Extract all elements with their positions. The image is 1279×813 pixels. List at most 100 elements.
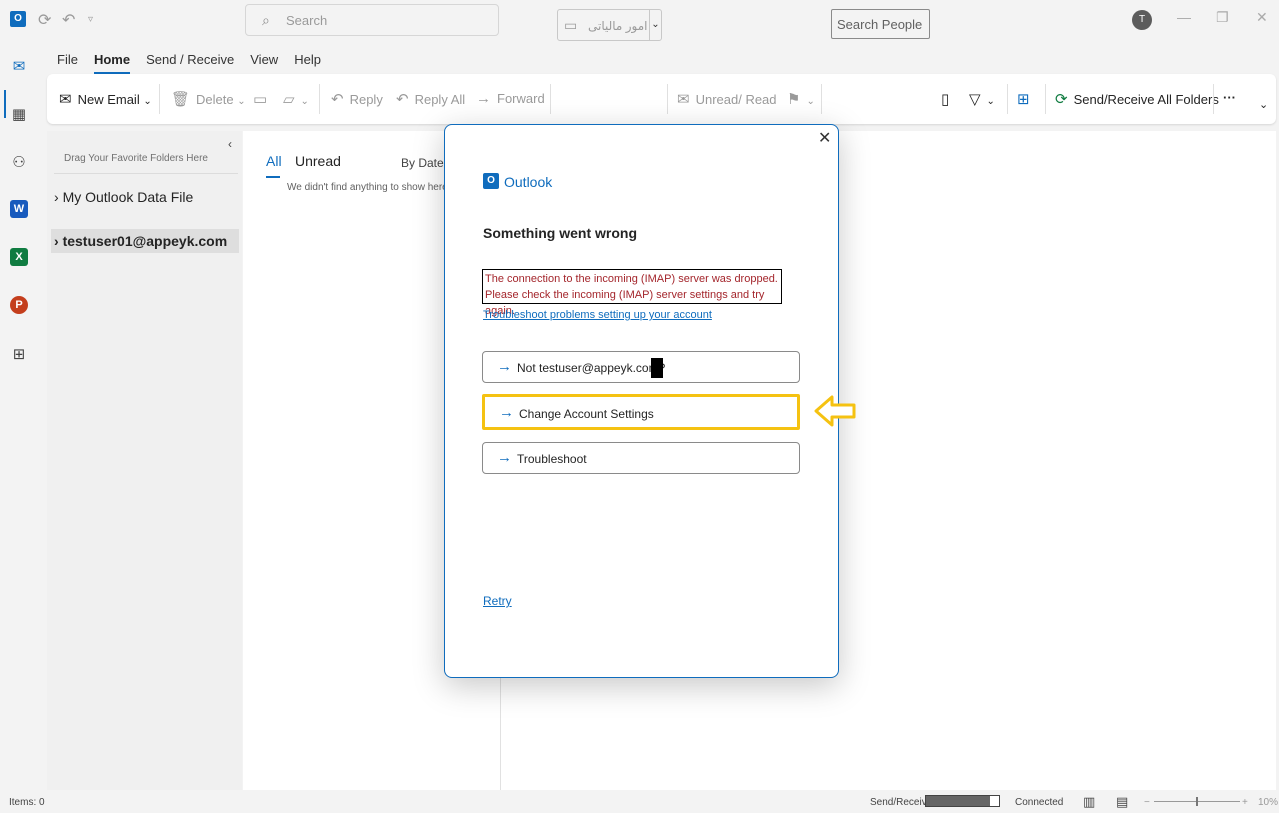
send-receive-all-button[interactable]: ⟳ Send/Receive All Folders xyxy=(1055,90,1219,108)
tab-view[interactable]: View xyxy=(250,52,278,74)
filter-tab-unread[interactable]: Unread xyxy=(295,153,341,169)
tab-file[interactable]: File xyxy=(57,52,78,74)
move-button[interactable]: ▱ ⌄ xyxy=(283,90,309,108)
category-select[interactable]: ▭ امور مالیاتی ⌄ xyxy=(557,9,662,41)
arrow-right-icon: → xyxy=(497,358,512,375)
chevron-down-icon[interactable]: ⌄ xyxy=(649,10,661,40)
app-rail: ✉ ▦ ⚇ W X P ⊞ xyxy=(0,40,40,790)
dialog-title: Something went wrong xyxy=(483,225,637,241)
quick-access-dropdown-icon[interactable]: ▿ xyxy=(88,14,93,25)
address-book-icon: ▯ xyxy=(941,91,950,108)
send-receive-status: Send/Receive xyxy=(870,797,933,808)
archive-icon: ▭ xyxy=(253,91,268,108)
filter-tab-all[interactable]: All xyxy=(266,153,282,169)
apps-grid-button[interactable]: ⊞ xyxy=(1017,90,1036,108)
unread-read-button[interactable]: ✉ Unread/ Read xyxy=(677,90,777,108)
delete-button[interactable]: 🗑 Delete ⌄ xyxy=(171,90,246,108)
rail-active-indicator xyxy=(4,90,6,118)
retry-link[interactable]: Retry xyxy=(483,594,512,608)
flag-icon: ⚑ xyxy=(787,91,801,108)
filter-button[interactable]: ▽ ⌄ xyxy=(969,90,995,108)
outlook-logo-icon: O xyxy=(10,11,26,27)
chevron-down-icon: ⌄ xyxy=(237,96,246,107)
send-receive-all-label: Send/Receive All Folders xyxy=(1073,92,1219,107)
connection-status: Connected xyxy=(1015,797,1064,808)
reply-icon: ↶ xyxy=(331,91,344,108)
archive-button[interactable]: ▭ xyxy=(253,90,273,108)
ribbon: ✉ New Email ⌄ 🗑 Delete ⌄ ▭ ▱ ⌄ ↶ Reply ↶ Repl… xyxy=(47,74,1276,124)
folder-label: testuser01@appeyk.com xyxy=(62,233,228,249)
not-account-button[interactable]: → Not testuser@appeyk.com? xyxy=(482,351,800,383)
category-icon: ▭ xyxy=(564,17,578,33)
undo-icon[interactable]: ↶ xyxy=(62,10,75,30)
redaction-mark xyxy=(651,358,663,378)
calendar-icon[interactable]: ▦ xyxy=(8,104,30,126)
word-icon[interactable]: W xyxy=(10,200,28,218)
troubleshoot-setup-link[interactable]: Troubleshoot problems setting up your ac… xyxy=(483,309,712,321)
error-message: The connection to the incoming (IMAP) se… xyxy=(482,269,782,317)
tab-active-indicator xyxy=(266,176,280,178)
avatar[interactable]: T xyxy=(1132,10,1152,30)
reply-all-button[interactable]: ↶ Reply All xyxy=(396,90,465,108)
arrow-right-icon: → xyxy=(499,404,514,421)
filter-icon: ▽ xyxy=(969,91,981,108)
more-options-icon[interactable]: ··· xyxy=(1223,90,1236,105)
address-book-button[interactable]: ▯ xyxy=(941,90,955,108)
tab-help[interactable]: Help xyxy=(294,52,321,74)
ribbon-divider xyxy=(821,84,822,114)
ribbon-divider xyxy=(550,84,551,114)
reading-view-icon[interactable]: ▤ xyxy=(1116,794,1128,810)
ribbon-divider xyxy=(159,84,160,114)
ribbon-divider xyxy=(1213,84,1214,114)
progress-fill xyxy=(926,796,991,806)
sync-icon: ⟳ xyxy=(1055,91,1068,108)
reply-label: Reply xyxy=(349,92,383,107)
search-placeholder: Search xyxy=(286,13,328,28)
chevron-down-icon: ⌄ xyxy=(143,96,152,107)
flag-button[interactable]: ⚑ ⌄ xyxy=(787,90,815,108)
people-icon[interactable]: ⚇ xyxy=(8,152,30,174)
folder-label: My Outlook Data File xyxy=(62,189,194,205)
send-receive-progress xyxy=(925,795,1000,807)
items-count: Items: 0 xyxy=(9,797,45,808)
apps-icon[interactable]: ⊞ xyxy=(8,344,30,366)
restore-icon[interactable]: ❐ xyxy=(1216,9,1229,26)
mail-icon[interactable]: ✉ xyxy=(8,56,30,78)
zoom-slider-thumb[interactable] xyxy=(1196,797,1198,806)
sync-icon[interactable]: ⟳ xyxy=(38,10,51,30)
zoom-in-icon[interactable]: + xyxy=(1242,797,1248,808)
folder-account[interactable]: › testuser01@appeyk.com xyxy=(54,233,227,249)
forward-icon: → xyxy=(476,90,491,107)
option-label: Not testuser@appeyk.com? xyxy=(517,361,666,375)
new-email-label: New Email xyxy=(77,92,140,107)
minimize-icon[interactable]: — xyxy=(1177,9,1191,25)
tab-send-receive[interactable]: Send / Receive xyxy=(146,52,234,74)
favorites-divider xyxy=(54,173,238,174)
forward-label: Forward xyxy=(497,91,545,106)
folder-my-outlook-data-file[interactable]: › My Outlook Data File xyxy=(54,189,193,205)
unread-read-label: Unread/ Read xyxy=(695,92,777,107)
troubleshoot-button[interactable]: → Troubleshoot xyxy=(482,442,800,474)
excel-icon[interactable]: X xyxy=(10,248,28,266)
collapse-folder-pane-icon[interactable]: ‹ xyxy=(228,137,232,151)
dialog-brand: Outlook xyxy=(504,174,553,190)
search-box[interactable]: ⌕ Search xyxy=(245,4,499,36)
search-people-input[interactable]: Search People xyxy=(831,9,930,39)
sort-by-date[interactable]: By Date xyxy=(401,156,444,170)
forward-button[interactable]: → Forward xyxy=(476,90,545,107)
ribbon-expand-icon[interactable]: ⌄ xyxy=(1259,98,1268,111)
powerpoint-icon[interactable]: P xyxy=(10,296,28,314)
reply-all-label: Reply All xyxy=(414,92,466,107)
status-bar: Items: 0 Send/Receive Connected ▥ ▤ − + … xyxy=(0,790,1279,813)
reply-button[interactable]: ↶ Reply xyxy=(331,90,383,108)
change-account-settings-button[interactable]: → Change Account Settings xyxy=(482,394,800,430)
favorites-hint: Drag Your Favorite Folders Here xyxy=(64,153,208,164)
tab-home[interactable]: Home xyxy=(93,52,131,74)
option-label: Troubleshoot xyxy=(517,452,587,466)
close-window-icon[interactable]: ✕ xyxy=(1256,9,1268,26)
new-email-button[interactable]: ✉ New Email ⌄ xyxy=(59,90,152,108)
zoom-out-icon[interactable]: − xyxy=(1144,797,1150,808)
normal-view-icon[interactable]: ▥ xyxy=(1083,794,1095,810)
outlook-logo-icon: O xyxy=(483,173,499,189)
close-icon[interactable]: ✕ xyxy=(818,128,831,148)
